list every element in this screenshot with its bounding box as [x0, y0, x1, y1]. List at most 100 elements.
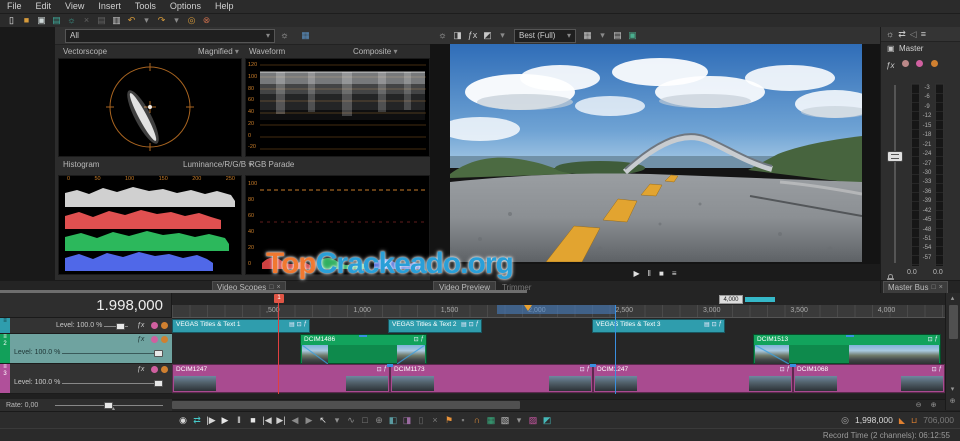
undo-caret-icon[interactable]: ▾ — [139, 14, 154, 27]
redo-icon[interactable]: ↷ — [154, 14, 169, 27]
menu-item[interactable]: View — [58, 0, 91, 13]
timeline-clip[interactable]: DCIM1513 ⊡ ƒ — [753, 334, 941, 364]
track-3-grip[interactable]: ≡ 3 — [0, 364, 10, 393]
go-to-start-button[interactable]: |◀ — [260, 413, 274, 428]
render-as-icon[interactable]: ▤ — [49, 14, 64, 27]
fade-handle[interactable] — [790, 364, 796, 367]
menu-item[interactable]: File — [0, 0, 29, 13]
record-button[interactable]: ◉ — [176, 413, 190, 428]
menu-item[interactable]: Edit — [29, 0, 59, 13]
save-snapshot-icon[interactable]: ▣ — [625, 29, 640, 42]
go-to-end-button[interactable]: ▶| — [274, 413, 288, 428]
solo-button[interactable] — [161, 322, 168, 329]
volume-fader-handle[interactable] — [887, 151, 903, 162]
split-screen-caret-icon[interactable]: ▾ — [495, 29, 510, 42]
stop-button[interactable]: ■ — [246, 413, 260, 428]
histogram-mode-select[interactable]: Luminance/R/G/B ▾ — [183, 160, 252, 169]
split-tool-button[interactable]: ◨ — [400, 413, 414, 428]
delete-button[interactable]: × — [428, 413, 442, 428]
marker-flag-1[interactable]: 1 — [274, 294, 284, 303]
copy-snapshot-icon[interactable]: ▤ — [610, 29, 625, 42]
timeline-clip[interactable]: DCIM1247 ⊡ ƒ — [172, 364, 390, 393]
video-output-fx-icon[interactable]: ƒx — [465, 29, 480, 42]
insert-fx-button[interactable]: ƒx — [886, 61, 894, 70]
selection-tool-button[interactable]: □ — [358, 413, 372, 428]
project-properties-icon[interactable]: ☼ — [64, 14, 79, 27]
play-from-start-button[interactable]: |▶ — [204, 413, 218, 428]
teal-tool-button[interactable]: ◩ — [540, 413, 554, 428]
pause-button[interactable]: ‖ — [232, 413, 246, 428]
record-arm-button[interactable] — [930, 60, 938, 68]
track-header-1[interactable]: ≡ Level: 100.0 % ƒx — [0, 318, 172, 334]
timeline-clip[interactable]: VEGAS Titles & Text 3 ▤ ⊡ ƒ — [592, 319, 725, 333]
insert-marker-button[interactable]: ⚑ — [442, 413, 456, 428]
preview-pause-button[interactable]: ‖ — [648, 269, 651, 278]
menu-item[interactable]: Help — [208, 0, 241, 13]
meter-options-icon[interactable]: ≡ — [921, 29, 926, 39]
new-project-icon[interactable]: ▯ — [4, 14, 19, 27]
envelope-tool-button[interactable]: ∿ — [344, 413, 358, 428]
loop-start-marker[interactable] — [524, 305, 532, 311]
envelope-edit-button[interactable]: ▦ — [484, 413, 498, 428]
zoom-in-icon[interactable]: ⊕ — [927, 401, 940, 409]
copy-icon[interactable]: ▤ — [94, 14, 109, 27]
preview-settings-icon[interactable]: ☼ — [435, 29, 450, 42]
track-2-grip[interactable]: ≡ 2 — [0, 334, 10, 363]
solo-button[interactable] — [161, 366, 168, 373]
undo-icon[interactable]: ↶ — [124, 14, 139, 27]
cursor-time-display[interactable]: 1.998,000 — [0, 293, 172, 318]
region-label-box[interactable]: 4,000 — [719, 295, 743, 304]
v-scroll-thumb[interactable] — [949, 305, 958, 339]
edit-tool-button[interactable]: ↖ — [316, 413, 330, 428]
snap-toggle-button[interactable]: ▯ — [414, 413, 428, 428]
track-3-level-slider[interactable] — [62, 383, 162, 384]
scope-settings-icon[interactable]: ☼ — [277, 29, 292, 42]
timeline-clip[interactable]: VEGAS Titles & Text 2 ▤ ⊡ ƒ — [388, 319, 482, 333]
preview-stop-button[interactable]: ■ — [659, 269, 664, 278]
track-3-level-knob[interactable] — [154, 380, 163, 387]
preview-play-button[interactable]: ▶ — [634, 269, 640, 278]
interactive-tutorials-icon[interactable]: ◎ — [184, 14, 199, 27]
scroll-up-icon[interactable]: ▴ — [946, 294, 959, 302]
track-header-2[interactable]: ≡ 2 ƒx Level: 100.0 % — [0, 334, 172, 364]
edit-tool-caret-icon[interactable]: ▾ — [330, 413, 344, 428]
mute-button[interactable] — [901, 60, 909, 68]
clip-gain-handle[interactable] — [846, 335, 854, 337]
timeline-clip[interactable]: DCIM1486 ⊡ ƒ — [300, 334, 427, 364]
waveform-mode-select[interactable]: Composite ▾ — [353, 47, 398, 56]
zoom-out-icon[interactable]: ⊖ — [912, 401, 925, 409]
solo-button[interactable] — [161, 336, 168, 343]
more-tools-caret-icon[interactable]: ▾ — [512, 413, 526, 428]
preview-quality-select[interactable]: Best (Full) ▾ — [514, 28, 576, 43]
mute-button[interactable] — [151, 366, 158, 373]
track-header-3[interactable]: ≡ 3 ƒx Level: 100.0 % — [0, 364, 172, 394]
paste-icon[interactable]: ▥ — [109, 14, 124, 27]
loop-playback-button[interactable]: ⇄ — [190, 413, 204, 428]
solo-button[interactable] — [916, 60, 924, 68]
play-button[interactable]: ▶ — [218, 413, 232, 428]
overlays-grid-icon[interactable]: ▦ — [580, 29, 595, 42]
overlays-caret-icon[interactable]: ▾ — [595, 29, 610, 42]
whats-this-help-icon[interactable]: ⊗ — [199, 14, 214, 27]
scope-update-icon[interactable]: ▦ — [298, 29, 313, 42]
external-monitor-icon[interactable]: ◨ — [450, 29, 465, 42]
next-frame-button[interactable]: ▶ — [302, 413, 316, 428]
track-1-level-knob[interactable] — [116, 323, 125, 330]
fade-handle[interactable] — [590, 364, 596, 367]
scroll-down-icon[interactable]: ▾ — [946, 385, 959, 393]
cursor-position-value[interactable]: 1,998,000 — [855, 415, 893, 425]
timeline-h-scrollbar[interactable]: ⊖ ⊕ — [172, 399, 945, 411]
pink-tool-button[interactable]: ▨ — [526, 413, 540, 428]
track-2-level-knob[interactable] — [154, 350, 163, 357]
h-scroll-thumb[interactable] — [172, 401, 520, 409]
open-project-icon[interactable]: ■ — [19, 14, 34, 27]
timeline-clip[interactable]: DCIM1173 ⊡ ƒ — [390, 364, 593, 393]
track-1-grip[interactable]: ≡ — [0, 318, 10, 333]
cut-icon[interactable]: × — [79, 14, 94, 27]
timeline-clip[interactable]: DCIM1068 ⊡ ƒ — [793, 364, 945, 393]
dim-output-icon[interactable]: ◁ — [910, 29, 917, 40]
redo-caret-icon[interactable]: ▾ — [169, 14, 184, 27]
timeline-clip[interactable]: VEGAS Titles & Text 1 ▤ ⊡ ƒ — [172, 319, 310, 333]
preview-menu-button[interactable]: ≡ — [672, 269, 677, 278]
zoom-tool-button[interactable]: ⊕ — [372, 413, 386, 428]
